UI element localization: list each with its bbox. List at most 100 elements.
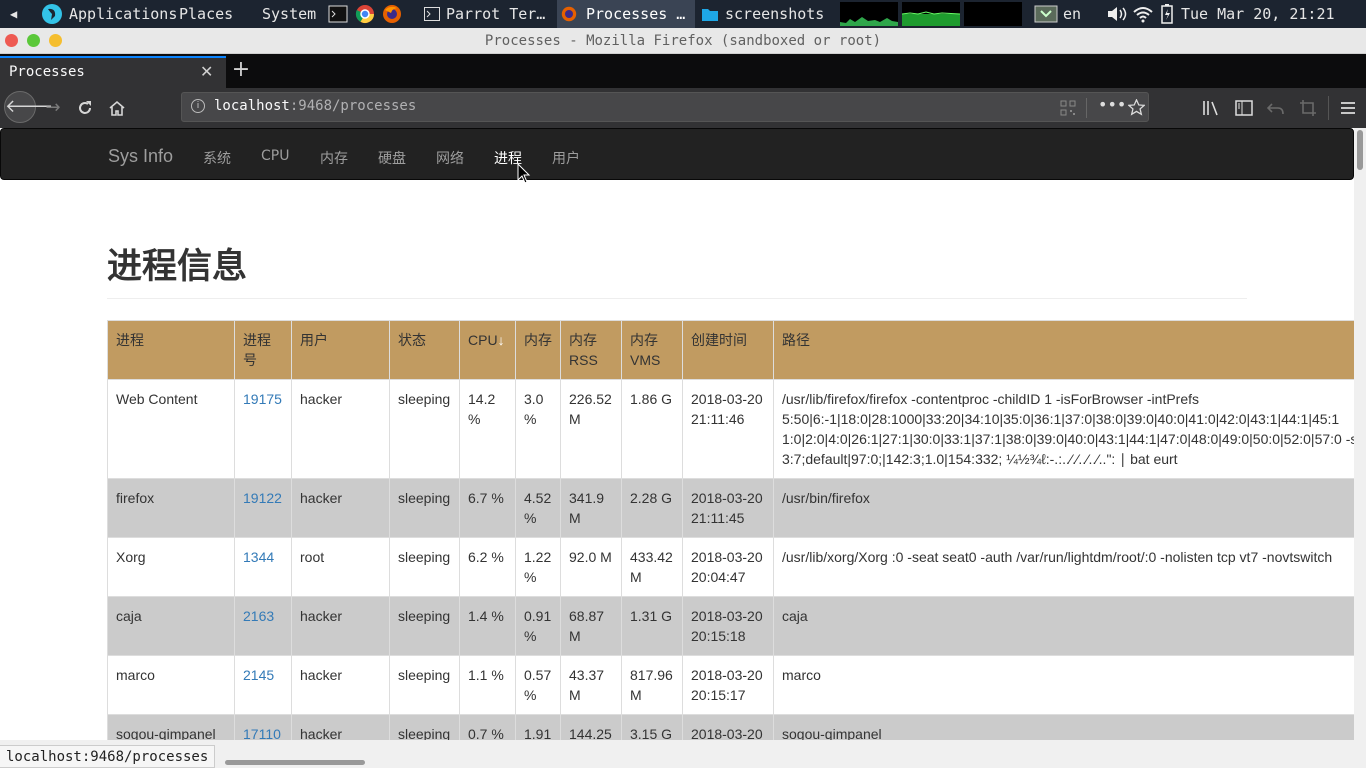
url-bar[interactable]: i localhost:9468/processes ••• bbox=[181, 92, 1149, 122]
col-header-status[interactable]: 状态 bbox=[389, 320, 460, 380]
cell-created: 2018-03-20 20:15:18 bbox=[682, 596, 774, 656]
bookmark-star-icon[interactable] bbox=[1128, 99, 1145, 116]
cell-path: /usr/lib/xorg/Xorg :0 -seat seat0 -auth … bbox=[773, 537, 1354, 597]
col-header-path[interactable]: 路径 bbox=[773, 320, 1354, 380]
nav-item-memory[interactable]: 内存 bbox=[320, 148, 348, 168]
window-titlebar[interactable]: Processes - Mozilla Firefox (sandboxed o… bbox=[0, 28, 1366, 54]
volume-icon[interactable] bbox=[1106, 4, 1130, 24]
reload-button[interactable] bbox=[70, 94, 100, 122]
cell-pid[interactable]: 19175 bbox=[234, 379, 292, 479]
network-download-icon[interactable] bbox=[1034, 4, 1058, 24]
taskbar-files[interactable]: screenshots bbox=[698, 0, 832, 28]
cell-vms: 3.15 G bbox=[621, 714, 683, 740]
panel-clock[interactable]: Tue Mar 20, 21:21 bbox=[1181, 0, 1335, 28]
nav-item-users[interactable]: 用户 bbox=[552, 148, 580, 168]
cell-name: caja bbox=[107, 596, 235, 656]
cell-rss: 226.52 M bbox=[560, 379, 622, 479]
url-host: localhost bbox=[214, 98, 290, 114]
applications-menu[interactable]: Applications bbox=[69, 0, 177, 28]
page-actions-icon[interactable]: ••• bbox=[1098, 95, 1126, 114]
nav-item-cpu[interactable]: CPU bbox=[261, 148, 289, 164]
nav-item-network[interactable]: 网络 bbox=[436, 148, 464, 168]
cell-cpu: 6.7 % bbox=[459, 478, 516, 538]
col-header-mem[interactable]: 内存 bbox=[515, 320, 561, 380]
terminal-icon bbox=[424, 7, 440, 21]
tab-close-icon[interactable]: ✕ bbox=[200, 62, 213, 81]
cell-path: marco bbox=[773, 655, 1354, 715]
site-navbar: Sys Info 系统 CPU 内存 硬盘 网络 进程 用户 bbox=[0, 128, 1354, 180]
taskbar-terminal[interactable]: Parrot Ter… bbox=[420, 0, 554, 28]
sidebar-icon[interactable] bbox=[1235, 100, 1253, 116]
cell-rss: 92.0 M bbox=[560, 537, 622, 597]
cell-pid[interactable]: 2145 bbox=[234, 655, 292, 715]
crop-screenshot-icon[interactable] bbox=[1299, 99, 1317, 117]
col-header-created[interactable]: 创建时间 bbox=[682, 320, 774, 380]
col-header-user[interactable]: 用户 bbox=[291, 320, 390, 380]
parrot-logo-icon[interactable] bbox=[42, 4, 62, 24]
horizontal-scroll-thumb[interactable] bbox=[225, 760, 365, 765]
vertical-scroll-thumb[interactable] bbox=[1357, 130, 1363, 170]
cell-vms: 1.31 G bbox=[621, 596, 683, 656]
cell-name: firefox bbox=[107, 478, 235, 538]
cell-cpu: 1.1 % bbox=[459, 655, 516, 715]
col-header-vms[interactable]: 内存VMS bbox=[621, 320, 683, 380]
cell-user: hacker bbox=[291, 714, 390, 740]
cell-pid[interactable]: 1344 bbox=[234, 537, 292, 597]
cell-status: sleeping bbox=[389, 478, 460, 538]
mouse-cursor-icon bbox=[517, 163, 531, 184]
cell-rss: 144.25 M bbox=[560, 714, 622, 740]
nav-item-system[interactable]: 系统 bbox=[203, 148, 231, 168]
vertical-scrollbar[interactable] bbox=[1354, 128, 1366, 740]
cell-user: hacker bbox=[291, 379, 390, 479]
cell-user: root bbox=[291, 537, 390, 597]
sort-desc-icon: ↓ bbox=[497, 332, 505, 348]
memory-monitor-graph bbox=[902, 2, 960, 26]
panel-left-arrow-icon[interactable]: ◀ bbox=[10, 0, 17, 28]
new-tab-button[interactable]: + bbox=[230, 57, 252, 82]
firefox-launcher-icon[interactable] bbox=[382, 4, 402, 24]
places-menu[interactable]: Places bbox=[179, 0, 233, 28]
url-text[interactable]: localhost:9468/processes bbox=[214, 98, 416, 114]
site-info-icon[interactable]: i bbox=[191, 99, 205, 113]
page-content: Sys Info 系统 CPU 内存 硬盘 网络 进程 用户 进程信息 进程 进… bbox=[0, 128, 1354, 740]
wifi-icon[interactable] bbox=[1133, 4, 1153, 24]
system-menu[interactable]: System bbox=[262, 0, 316, 28]
cell-rss: 68.87 M bbox=[560, 596, 622, 656]
cell-mem: 1.91 % bbox=[515, 714, 561, 740]
undo-icon[interactable] bbox=[1267, 100, 1285, 116]
col-header-cpu[interactable]: CPU↓ bbox=[459, 320, 516, 380]
table-row: caja 2163 hacker sleeping 1.4 % 0.91 % 68.87 M… bbox=[107, 596, 1354, 656]
folder-icon bbox=[702, 9, 718, 21]
nav-item-disk[interactable]: 硬盘 bbox=[378, 148, 406, 168]
qr-code-icon[interactable] bbox=[1060, 100, 1076, 116]
battery-charging-icon[interactable] bbox=[1160, 4, 1174, 24]
site-brand[interactable]: Sys Info bbox=[108, 146, 173, 167]
toolbar-divider bbox=[1328, 96, 1329, 120]
col-header-pid[interactable]: 进程号 bbox=[234, 320, 292, 380]
taskbar-firefox[interactable]: Processes … bbox=[557, 0, 695, 28]
taskbar-label: screenshots bbox=[725, 5, 825, 23]
cell-cpu: 1.4 % bbox=[459, 596, 516, 656]
keyboard-layout-indicator[interactable]: en bbox=[1063, 0, 1081, 28]
cell-pid[interactable]: 19122 bbox=[234, 478, 292, 538]
cell-vms: 433.42 M bbox=[621, 537, 683, 597]
cell-name: Xorg bbox=[107, 537, 235, 597]
taskbar-label: Processes … bbox=[586, 5, 686, 23]
table-row: sogou-qimpanel 17110 hacker sleeping 0.7 % 1.… bbox=[107, 714, 1354, 740]
col-header-rss[interactable]: 内存RSS bbox=[560, 320, 622, 380]
cell-pid[interactable]: 17110 bbox=[234, 714, 292, 740]
taskbar-label: Parrot Ter… bbox=[446, 5, 546, 23]
cell-pid[interactable]: 2163 bbox=[234, 596, 292, 656]
cell-status: sleeping bbox=[389, 714, 460, 740]
back-button[interactable]: 🡐 bbox=[4, 91, 53, 123]
hamburger-menu-icon[interactable] bbox=[1340, 100, 1356, 116]
tab-processes[interactable]: Processes ✕ bbox=[0, 56, 226, 88]
chrome-launcher-icon[interactable] bbox=[355, 4, 375, 24]
col-header-name[interactable]: 进程 bbox=[107, 320, 235, 380]
terminal-launcher-icon[interactable] bbox=[328, 4, 348, 24]
forward-button[interactable]: → bbox=[38, 94, 68, 122]
home-button[interactable] bbox=[102, 94, 132, 122]
cell-path: /usr/lib/firefox/firefox -contentproc -c… bbox=[773, 379, 1354, 479]
library-icon[interactable] bbox=[1202, 100, 1220, 116]
table-row: Web Content 19175 hacker sleeping 14.2 % 3.0 … bbox=[107, 379, 1354, 479]
